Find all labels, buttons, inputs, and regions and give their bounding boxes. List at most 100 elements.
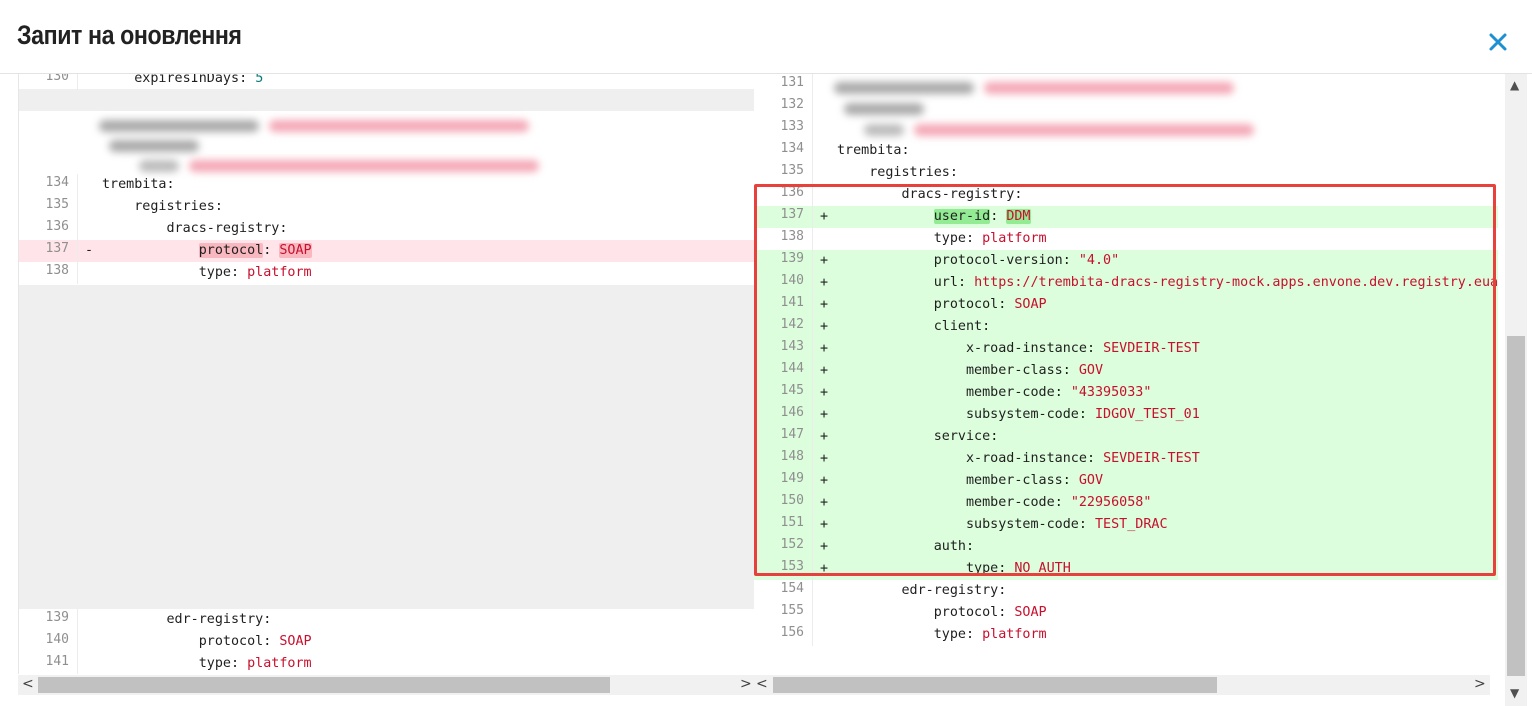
yaml-key: service — [933, 429, 991, 444]
line-number: 149 — [780, 471, 804, 486]
line-number: 138 — [780, 229, 804, 244]
diff-line: 134 trembita: — [19, 174, 754, 196]
line-number: 142 — [780, 317, 804, 332]
scroll-left-icon[interactable]: < — [22, 676, 34, 692]
line-content: subsystem-code: IDGOV_TEST_01 — [966, 407, 1200, 422]
line-number: 140 — [45, 632, 69, 647]
line-content: service: — [933, 429, 999, 444]
yaml-value: SEVDEIR-TEST — [1103, 451, 1200, 466]
yaml-value: SOAP — [1014, 297, 1047, 312]
line-content: member-class: GOV — [966, 473, 1104, 488]
yaml-key: expiresInDays — [134, 74, 240, 86]
diff-line: 146 + subsystem-code: IDGOV_TEST_01 — [754, 404, 1498, 426]
horizontal-scrollbar-right[interactable]: < > — [754, 675, 1490, 695]
line-number: 132 — [780, 97, 804, 112]
line-content: member-code: "43395033" — [966, 385, 1152, 400]
line-number: 147 — [780, 427, 804, 442]
diff-line: 149 + member-class: GOV — [754, 470, 1498, 492]
yaml-value: SOAP — [279, 243, 312, 258]
line-content: type: platform — [933, 231, 1047, 246]
horizontal-scroll-thumb[interactable] — [38, 677, 610, 693]
yaml-key: protocol — [933, 605, 999, 620]
diff-viewer: 130 expiresInDays: 5 134 trembita: 135 regi… — [18, 74, 1498, 674]
added-marker: + — [820, 209, 829, 224]
scroll-right-icon[interactable]: > — [1474, 676, 1486, 692]
yaml-value: platform — [247, 656, 312, 671]
yaml-key: type — [933, 231, 966, 246]
line-content: dracs-registry: — [166, 221, 288, 236]
line-number: 146 — [780, 405, 804, 420]
line-content: edr-registry: — [166, 612, 272, 627]
yaml-key: protocol — [933, 297, 999, 312]
added-marker: + — [820, 495, 829, 510]
line-content: dracs-registry: — [901, 187, 1023, 202]
yaml-key: x-road-instance — [966, 341, 1087, 356]
diff-line: 138 type: platform — [754, 228, 1498, 250]
scroll-up-icon[interactable]: ▲ — [1510, 78, 1519, 92]
yaml-value: "22956058" — [1070, 495, 1152, 510]
diff-line: 154 edr-registry: — [754, 580, 1498, 602]
diff-pane-modified[interactable]: 131 132 133 134 trembita: 135 registries: 136 … — [754, 74, 1498, 674]
yaml-value: IDGOV_TEST_01 — [1095, 407, 1200, 422]
line-content: user-id: DDM — [933, 209, 1031, 224]
line-content: trembita: — [102, 177, 175, 192]
line-content: trembita: — [837, 143, 910, 158]
line-number: 155 — [780, 603, 804, 618]
diff-pane-original[interactable]: 130 expiresInDays: 5 134 trembita: 135 regi… — [19, 74, 754, 674]
yaml-key: edr-registry — [166, 612, 264, 627]
diff-line: 150 + member-code: "22956058" — [754, 492, 1498, 514]
added-marker: + — [820, 407, 829, 422]
line-content: x-road-instance: SEVDEIR-TEST — [966, 341, 1200, 356]
diff-line: 133 — [754, 118, 1498, 140]
line-number: 141 — [45, 654, 69, 669]
line-number: 130 — [45, 74, 69, 84]
diff-line: 152 + auth: — [754, 536, 1498, 558]
redacted-content — [39, 114, 539, 176]
vertical-scroll-thumb[interactable] — [1507, 336, 1525, 676]
yaml-value: NO_AUTH — [1014, 561, 1071, 576]
yaml-key: type — [198, 656, 231, 671]
diff-line: 137 + user-id: DDM — [754, 206, 1498, 228]
vertical-scrollbar[interactable]: ▲ ▼ — [1505, 74, 1527, 706]
scroll-left-icon[interactable]: < — [756, 676, 768, 692]
diff-line: 145 + member-code: "43395033" — [754, 382, 1498, 404]
horizontal-scroll-thumb[interactable] — [773, 677, 1217, 693]
close-button[interactable] — [1486, 30, 1510, 54]
added-marker: + — [820, 275, 829, 290]
line-content: protocol: SOAP — [198, 634, 312, 649]
line-content: protocol: SOAP — [933, 605, 1047, 620]
line-content: type: platform — [198, 656, 312, 671]
horizontal-scrollbar-left[interactable]: < > — [18, 675, 754, 695]
scroll-down-icon[interactable]: ▼ — [1510, 686, 1519, 700]
line-content: member-code: "22956058" — [966, 495, 1152, 510]
dialog-header: Запит на оновлення — [0, 0, 1532, 74]
yaml-key: type — [933, 627, 966, 642]
added-marker: + — [820, 539, 829, 554]
line-content: client: — [933, 319, 991, 334]
yaml-value: "43395033" — [1070, 385, 1152, 400]
line-content: expiresInDays: 5 — [102, 74, 263, 90]
line-number: 138 — [45, 263, 69, 278]
diff-line: 136 dracs-registry: — [19, 218, 754, 240]
yaml-value: GOV — [1078, 363, 1104, 378]
diff-line: 141 type: platform — [19, 653, 754, 674]
diff-line: 135 registries: — [19, 196, 754, 218]
line-content: edr-registry: — [901, 583, 1007, 598]
line-number: 137 — [45, 241, 69, 256]
added-marker: + — [820, 473, 829, 488]
yaml-value: TEST_DRAC — [1095, 517, 1168, 532]
line-number: 137 — [780, 207, 804, 222]
yaml-value: "4.0" — [1078, 253, 1120, 268]
yaml-value: 5 — [255, 74, 264, 86]
line-content: url: https://trembita-dracs-registry-moc… — [933, 275, 1498, 290]
diff-line: 140 + url: https://trembita-dracs-registr… — [754, 272, 1498, 294]
scroll-right-icon[interactable]: > — [740, 676, 752, 692]
diff-line: 155 protocol: SOAP — [754, 602, 1498, 624]
line-number: 154 — [780, 581, 804, 596]
diff-line: 130 expiresInDays: 5 — [19, 74, 754, 90]
yaml-value: DDM — [1006, 209, 1031, 224]
line-number: 135 — [45, 197, 69, 212]
diff-line: 139 + protocol-version: "4.0" — [754, 250, 1498, 272]
yaml-key: client — [933, 319, 983, 334]
line-number: 139 — [45, 610, 69, 625]
